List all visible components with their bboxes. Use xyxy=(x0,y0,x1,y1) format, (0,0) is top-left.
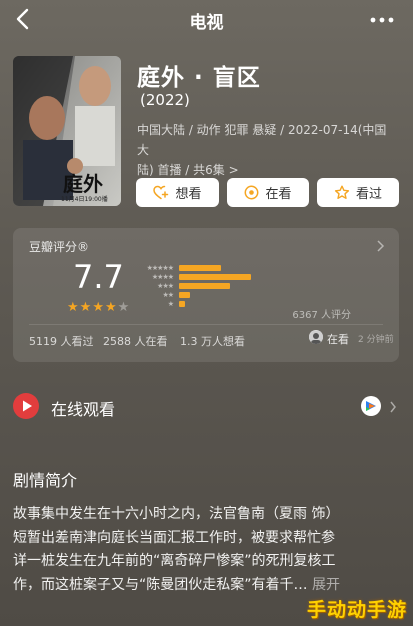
watching-count: 2588 人在看 xyxy=(103,335,168,348)
distribution-bar xyxy=(179,301,185,307)
friend-watching-time: 2 分钟前 xyxy=(358,335,394,345)
synopsis-line: 详一桩发生在九年前的“离奇碎尸惨案”的死刑复核工 xyxy=(13,553,336,569)
chevron-right-icon[interactable] xyxy=(375,238,385,252)
distribution-bar xyxy=(179,274,252,280)
synopsis-line: 故事集中发生在十六小时之内，法官鲁南（夏雨 饰） xyxy=(13,506,340,522)
want-button[interactable]: 想看 xyxy=(136,178,219,207)
watch-online-label: 在线观看 xyxy=(51,400,116,419)
poster-image[interactable]: 庭外 11月4日19:00播 xyxy=(13,56,121,206)
tencent-video-icon xyxy=(361,396,381,416)
distribution-row: ★★★★★ xyxy=(131,264,369,272)
synopsis-title: 剧情简介 xyxy=(13,471,78,490)
rating-card[interactable]: 豆瓣评分® 7.7 ★★★★★ ★★★★★ ★★★★ ★★★ ★★ ★ 6367… xyxy=(13,228,399,362)
rating-score: 7.7 xyxy=(73,258,124,296)
synopsis-line: 作，而这桩案子又与“陈曼团伙走私案”有着千… 展开 xyxy=(13,574,403,598)
heart-plus-icon xyxy=(153,185,169,200)
movie-title: 庭外 · 盲区 xyxy=(137,65,261,91)
want-count: 1.3 万人想看 xyxy=(180,335,245,348)
top-bar: 电视 xyxy=(0,0,413,38)
star-row-icon: ★★★★★ xyxy=(146,264,174,272)
watch-online-row[interactable]: 在线观看 xyxy=(13,390,401,422)
distribution-bar xyxy=(179,283,231,289)
friend-watching-label: 在看 xyxy=(327,333,349,346)
rating-stars: ★★★★★ xyxy=(67,300,130,315)
poster-date-text: 11月4日19:00播 xyxy=(61,196,108,203)
distribution-bar xyxy=(179,265,221,271)
watched-button[interactable]: 看过 xyxy=(317,178,399,207)
synopsis-text: 故事集中发生在十六小时之内，法官鲁南（夏雨 饰） 短暂出差南津向庭长当面汇报工作… xyxy=(13,503,403,597)
target-icon xyxy=(245,185,259,200)
watching-label: 在看 xyxy=(265,187,292,202)
star-icon: ★ xyxy=(67,300,80,315)
poster-title-text: 庭外 xyxy=(63,172,103,196)
chevron-right-icon xyxy=(389,399,397,413)
watching-button[interactable]: 在看 xyxy=(227,178,309,207)
rating-count: 6367 人评分 xyxy=(292,310,351,321)
movie-meta[interactable]: 中国大陆 / 动作 犯罪 悬疑 / 2022-07-14(中国大 陆) 首播 /… xyxy=(137,120,395,180)
rating-label: 豆瓣评分® xyxy=(29,240,90,254)
star-row-icon: ★★★ xyxy=(157,282,174,290)
star-icon: ★ xyxy=(117,300,131,315)
synopsis-line-text: 作，而这桩案子又与“陈曼团伙走私案”有着千… xyxy=(13,576,312,593)
expand-link[interactable]: 展开 xyxy=(312,577,340,593)
watched-count: 5119 人看过 xyxy=(29,335,94,348)
synopsis-line: 短暂出差南津向庭长当面汇报工作时，被要求帮忙参 xyxy=(13,529,335,546)
star-row-icon: ★★ xyxy=(162,291,174,299)
play-icon xyxy=(13,393,39,419)
divider xyxy=(29,324,383,325)
movie-meta-line: 陆) 首播 / 共6集 > xyxy=(137,163,239,177)
distribution-bar xyxy=(179,292,191,298)
movie-meta-line: 中国大陆 / 动作 犯罪 悬疑 / 2022-07-14(中国大 xyxy=(137,123,387,157)
star-outline-icon xyxy=(334,185,350,199)
distribution-row: ★★ xyxy=(131,291,369,299)
avatar[interactable] xyxy=(309,330,323,344)
want-label: 想看 xyxy=(175,187,202,202)
star-row-icon: ★ xyxy=(167,300,174,308)
watermark-logo: 手动动手游 xyxy=(306,599,407,621)
more-dots-icon[interactable] xyxy=(369,12,395,26)
page-title: 电视 xyxy=(189,13,224,33)
watched-label: 看过 xyxy=(355,187,382,202)
distribution-row: ★★★ xyxy=(131,282,369,290)
star-icon: ★ xyxy=(79,300,93,315)
star-row-icon: ★★★★ xyxy=(151,273,174,281)
distribution-row: ★★★★ xyxy=(131,273,369,281)
star-icon: ★ xyxy=(92,300,105,315)
movie-year: (2022) xyxy=(140,91,190,109)
star-icon: ★ xyxy=(104,300,118,315)
